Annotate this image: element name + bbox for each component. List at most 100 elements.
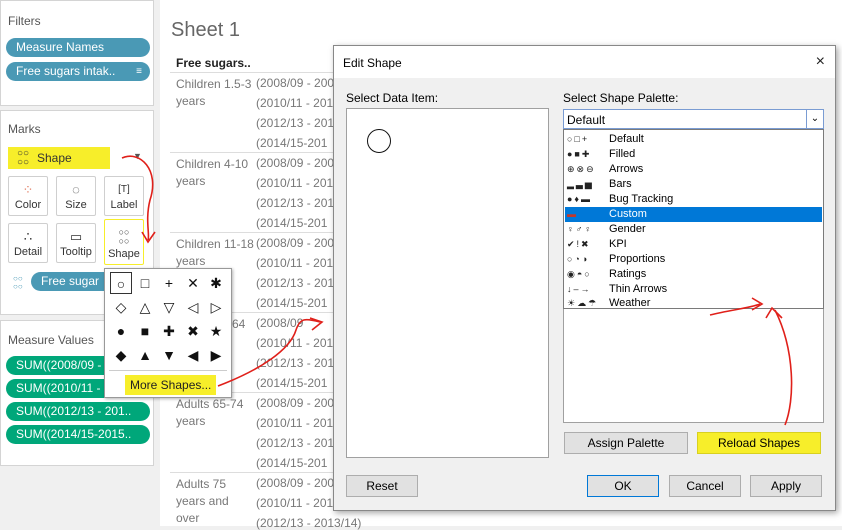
detail-button[interactable]: ∴ Detail: [8, 223, 48, 263]
palette-list[interactable]: ○□+ Default ●■✚ Filled ⊕⊗⊖ Arrows ▂▃▅ Bars ●…: [563, 129, 824, 309]
palette-item-gender[interactable]: ♀♂♀ Gender: [565, 222, 822, 237]
size-icon: ◌: [72, 182, 80, 197]
palette-name: Ratings: [609, 268, 647, 280]
measure-value-pill[interactable]: SUM((2012/13 - 201..: [6, 402, 150, 421]
mark-type-dropdown[interactable]: ○○ ○○ Shape: [8, 147, 110, 169]
triangle-down-shape-icon[interactable]: ▽: [158, 296, 180, 318]
palette-item-custom[interactable]: ▬ Custom: [565, 207, 822, 222]
palette-item-ratings[interactable]: ◉◓○ Ratings: [565, 267, 822, 282]
palette-preview-icon: ▂▃▅: [567, 179, 594, 189]
circle-shape-icon[interactable]: ○: [110, 272, 132, 294]
data-item-list[interactable]: [346, 108, 549, 458]
palette-item-proportions[interactable]: ○◔◑ Proportions: [565, 252, 822, 267]
apply-button[interactable]: Apply: [750, 475, 822, 497]
palette-item-filled[interactable]: ●■✚ Filled: [565, 147, 822, 162]
filled-triangle-down-shape-icon[interactable]: ▼: [158, 344, 180, 366]
palette-shapes-area[interactable]: [563, 309, 824, 423]
more-shapes-link[interactable]: More Shapes...: [125, 375, 217, 395]
label-label: Label: [110, 199, 138, 211]
row-value: (2010/11 - 201: [256, 416, 334, 430]
filters-title: Filters: [8, 14, 41, 28]
reset-button[interactable]: Reset: [346, 475, 418, 497]
filled-cross-shape-icon[interactable]: ✖: [182, 320, 204, 342]
cancel-button[interactable]: Cancel: [669, 475, 741, 497]
triangle-up-shape-icon[interactable]: △: [134, 296, 156, 318]
palette-name: Bars: [609, 178, 632, 190]
row-label: Adults 75 years and over: [176, 477, 229, 525]
filter-pill-free-sugars[interactable]: Free sugars intak.. ≡: [6, 62, 150, 81]
row-value: (2012/13 - 201: [256, 436, 335, 450]
close-icon[interactable]: ×: [816, 53, 825, 71]
palette-name: Bug Tracking: [609, 193, 674, 205]
dialog-title: Edit Shape: [343, 56, 402, 70]
shape-button[interactable]: ○○ ○○ Shape: [104, 219, 144, 265]
ok-button[interactable]: OK: [587, 475, 659, 497]
palette-preview-icon: ●♦▬: [567, 194, 593, 204]
edit-shape-dialog: Edit Shape × Select Data Item: Select Sh…: [333, 45, 836, 511]
row-value: (2008/09: [256, 316, 304, 330]
palette-name: Arrows: [609, 163, 644, 175]
left-panel: Filters Measure Names Free sugars intak.…: [0, 0, 160, 526]
row-label: Adults 65-74 years: [176, 397, 244, 428]
row-value: (2008/09 - 200: [256, 76, 335, 90]
shape-icon: ○○ ○○: [13, 274, 23, 291]
cross-shape-icon[interactable]: ✕: [182, 272, 204, 294]
palette-item-bars[interactable]: ▂▃▅ Bars: [565, 177, 822, 192]
palette-dropdown[interactable]: Default ⌄: [563, 109, 824, 129]
palette-preview-icon: ●■✚: [567, 149, 592, 159]
star-shape-icon[interactable]: ★: [205, 320, 227, 342]
sheet-title: Sheet 1: [171, 19, 240, 41]
circle-icon[interactable]: [367, 129, 391, 153]
square-shape-icon[interactable]: □: [134, 272, 156, 294]
asterisk-shape-icon[interactable]: ✱: [205, 272, 227, 294]
diamond-shape-icon[interactable]: ◇: [110, 296, 132, 318]
palette-name: Weather: [609, 297, 651, 309]
palette-item-weather[interactable]: ☀☁☂ Weather: [565, 297, 822, 309]
filled-diamond-shape-icon[interactable]: ◆: [110, 344, 132, 366]
row-value: (2014/15-201: [256, 376, 328, 390]
filled-triangle-right-shape-icon[interactable]: ▶: [205, 344, 227, 366]
palette-preview-icon: ✔!✖: [567, 239, 591, 249]
palette-item-arrows[interactable]: ⊕⊗⊖ Arrows: [565, 162, 822, 177]
filled-plus-shape-icon[interactable]: ✚: [158, 320, 180, 342]
chevron-down-icon[interactable]: ⌄: [806, 110, 823, 128]
palette-preview-icon: ☀☁☂: [567, 298, 599, 308]
palette-name: Proportions: [609, 253, 666, 265]
row-value: (2010/11 - 201: [256, 256, 334, 270]
row-value: (2014/15-201: [256, 136, 328, 150]
filter-pill-measure-names[interactable]: Measure Names: [6, 38, 150, 57]
palette-item-bug-tracking[interactable]: ●♦▬ Bug Tracking: [565, 192, 822, 207]
select-data-item-label: Select Data Item:: [346, 91, 439, 105]
color-button[interactable]: ⁘ Color: [8, 176, 48, 216]
filled-triangle-up-shape-icon[interactable]: ▲: [134, 344, 156, 366]
label-button[interactable]: [T] Label: [104, 176, 144, 216]
plus-shape-icon[interactable]: +: [158, 272, 180, 294]
palette-preview-icon: ▬: [567, 209, 578, 219]
chevron-down-icon[interactable]: ▼: [133, 151, 142, 161]
measure-value-pill[interactable]: SUM((2014/15-2015..: [6, 425, 150, 444]
tooltip-button[interactable]: ▭ Tooltip: [56, 223, 96, 263]
reload-shapes-button[interactable]: Reload Shapes: [697, 432, 821, 454]
triangle-right-shape-icon[interactable]: ▷: [205, 296, 227, 318]
assign-palette-button[interactable]: Assign Palette: [564, 432, 688, 454]
palette-item-kpi[interactable]: ✔!✖ KPI: [565, 237, 822, 252]
triangle-left-shape-icon[interactable]: ◁: [182, 296, 204, 318]
pill-label: SUM((2012/13 - 201..: [16, 404, 132, 418]
palette-name: Custom: [609, 208, 647, 220]
column-header[interactable]: Free sugars..: [176, 56, 251, 70]
size-button[interactable]: ◌ Size: [56, 176, 96, 216]
row-value: (2012/13 - 201: [256, 276, 335, 290]
filters-pane: Filters Measure Names Free sugars intak.…: [0, 0, 154, 106]
row-label: Children 11-18 years: [176, 237, 254, 268]
measure-values-title: Measure Values: [8, 333, 94, 347]
filled-circle-shape-icon[interactable]: ●: [110, 320, 132, 342]
row-value: (2012/13 - 201: [256, 356, 335, 370]
palette-item-default[interactable]: ○□+ Default: [565, 132, 822, 147]
row-label: Children 1.5-3 years: [176, 77, 252, 108]
row-value: (2012/13 - 2013/14): [256, 516, 362, 530]
row-value: (2012/13 - 201: [256, 116, 335, 130]
pill-label: Free sugar: [41, 274, 100, 288]
filled-square-shape-icon[interactable]: ■: [134, 320, 156, 342]
filled-triangle-left-shape-icon[interactable]: ◀: [182, 344, 204, 366]
palette-item-thin-arrows[interactable]: ↓–→ Thin Arrows: [565, 282, 822, 297]
